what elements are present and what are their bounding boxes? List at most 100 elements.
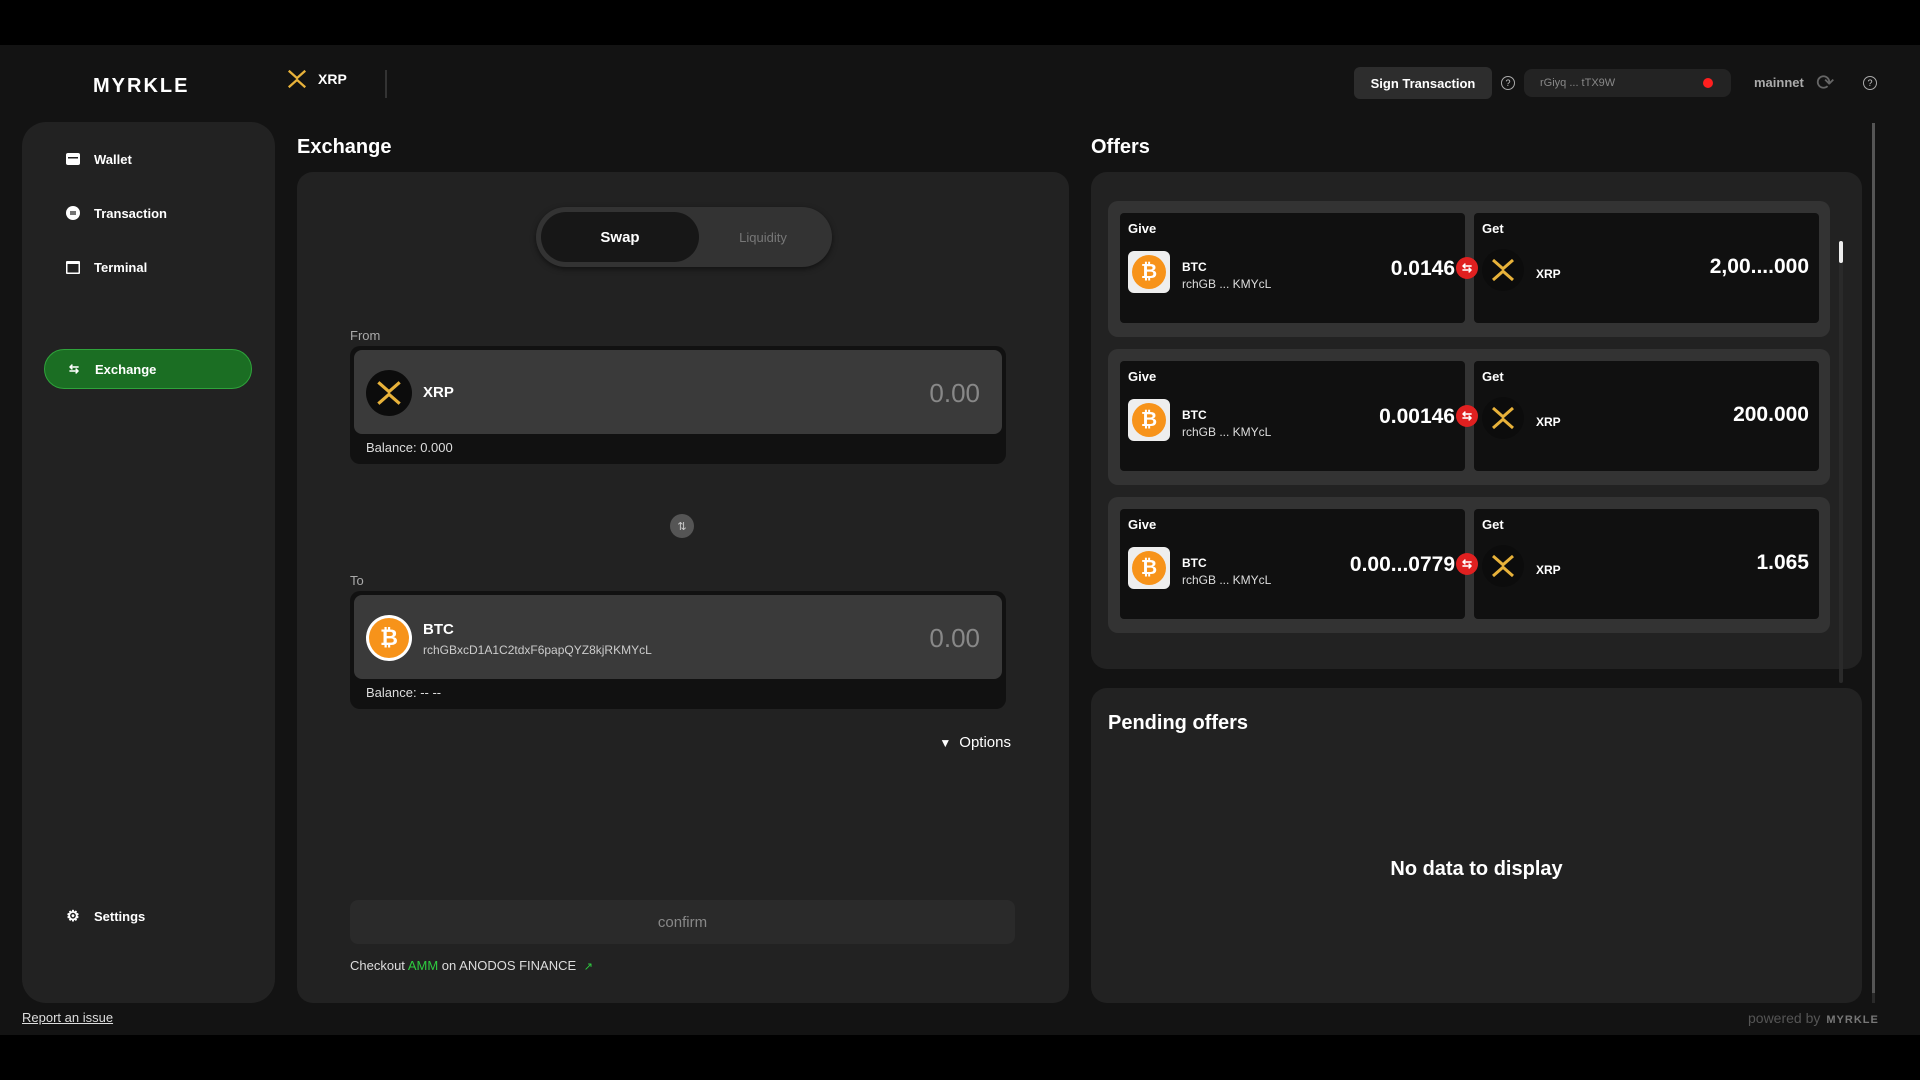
xrp-icon — [366, 370, 412, 416]
to-balance: Balance: -- -- — [366, 685, 442, 700]
offers-scrollbar[interactable] — [1839, 241, 1843, 683]
to-token-box: ₿ BTC rchGBxcD1A1C2tdxF6papQYZ8kjRKMYcL … — [350, 591, 1006, 709]
from-token-name: XRP — [423, 384, 454, 401]
offer-give: Give ₿ BTC rchGB ... KMYcL 0.00...0779 — [1120, 509, 1465, 619]
offer-give: Give ₿ BTC rchGB ... KMYcL 0.00146 — [1120, 361, 1465, 471]
offer-get: Get XRP 2,00....000 — [1474, 213, 1819, 323]
give-label: Give — [1128, 369, 1157, 384]
wallet-address-field[interactable]: rGiyq ... tTX9W — [1524, 69, 1731, 97]
app-logo[interactable]: MYRKLE — [93, 75, 189, 98]
gear-icon: ⚙ — [66, 908, 80, 925]
exchange-title: Exchange — [297, 136, 392, 158]
offer-row[interactable]: Give ₿ BTC rchGB ... KMYcL 0.0146 ⇆ Get … — [1108, 201, 1830, 337]
footer-logo: MYRKLE — [1826, 1014, 1879, 1026]
checkout-suffix: on ANODOS FINANCE — [441, 958, 577, 973]
offer-row[interactable]: Give ₿ BTC rchGB ... KMYcL 0.00146 ⇆ Get… — [1108, 349, 1830, 485]
xrp-icon — [1482, 397, 1524, 439]
to-token-name: BTC — [423, 621, 454, 638]
give-issuer: rchGB ... KMYcL — [1182, 573, 1272, 587]
sidebar-item-settings[interactable]: ⚙ Settings — [44, 896, 252, 936]
xrp-icon — [1482, 545, 1524, 587]
give-token: BTC — [1182, 556, 1207, 570]
offers-scrollbar-thumb[interactable] — [1839, 241, 1843, 263]
confirm-button[interactable]: confirm — [350, 900, 1015, 944]
pending-offers-panel: Pending offers No data to display — [1091, 688, 1862, 1003]
empty-state: No data to display — [1390, 858, 1563, 880]
transaction-icon — [66, 206, 80, 220]
token-selector[interactable]: XRP — [286, 68, 347, 90]
give-amount: 0.00146 — [1379, 405, 1455, 428]
offer-get: Get XRP 1.065 — [1474, 509, 1819, 619]
exchange-badge-icon: ⇆ — [1456, 257, 1478, 279]
sidebar-item-transaction[interactable]: Transaction — [44, 193, 252, 233]
exchange-badge-icon: ⇆ — [1456, 553, 1478, 575]
xrp-icon — [287, 69, 307, 89]
from-amount-input[interactable]: 0.00 — [929, 378, 980, 409]
get-token: XRP — [1536, 563, 1561, 577]
get-amount: 2,00....000 — [1709, 255, 1809, 278]
wallet-address: rGiyq ... tTX9W — [1540, 77, 1616, 89]
from-token-box: XRP 0.00 Balance: 0.000 — [350, 346, 1006, 464]
to-token-input-area[interactable]: ₿ BTC rchGBxcD1A1C2tdxF6papQYZ8kjRKMYcL … — [354, 595, 1002, 679]
get-label: Get — [1482, 369, 1504, 384]
powered-label: powered by — [1748, 1010, 1821, 1026]
give-issuer: rchGB ... KMYcL — [1182, 277, 1272, 291]
sidebar-item-exchange[interactable]: ⇆ Exchange — [44, 349, 252, 389]
sidebar-item-label: Transaction — [94, 205, 167, 221]
offer-row[interactable]: Give ₿ BTC rchGB ... KMYcL 0.00...0779 ⇆… — [1108, 497, 1830, 633]
give-label: Give — [1128, 221, 1157, 236]
get-amount: 200.000 — [1733, 403, 1809, 426]
tab-swap[interactable]: Swap — [541, 212, 699, 262]
exchange-icon: ⇆ — [68, 362, 80, 376]
give-issuer: rchGB ... KMYcL — [1182, 425, 1272, 439]
sidebar-item-wallet[interactable]: Wallet — [44, 139, 252, 179]
from-token-input-area[interactable]: XRP 0.00 — [354, 350, 1002, 434]
from-label: From — [350, 328, 381, 343]
give-token: BTC — [1182, 408, 1207, 422]
options-label: Options — [959, 734, 1011, 751]
network-label: mainnet — [1754, 75, 1804, 90]
terminal-icon — [66, 260, 80, 274]
btc-icon: ₿ — [366, 615, 412, 661]
offer-give: Give ₿ BTC rchGB ... KMYcL 0.0146 — [1120, 213, 1465, 323]
help-icon[interactable]: ? — [1863, 76, 1877, 90]
exchange-tabs: Swap Liquidity — [536, 207, 832, 267]
get-label: Get — [1482, 517, 1504, 532]
give-amount: 0.00...0779 — [1349, 553, 1455, 576]
powered-by: powered by MYRKLE — [1748, 1010, 1879, 1026]
to-amount-input[interactable]: 0.00 — [929, 623, 980, 654]
pending-offers-title: Pending offers — [1108, 712, 1249, 734]
to-token-issuer: rchGBxcD1A1C2tdxF6papQYZ8kjRKMYcL — [423, 643, 652, 657]
app-window: MYRKLE XRP Sign Transaction ? rGiyq ... … — [0, 45, 1920, 1035]
sidebar-item-label: Exchange — [95, 361, 157, 377]
sidebar-item-label: Settings — [94, 908, 146, 924]
refresh-icon[interactable]: ⟳ — [1816, 70, 1834, 96]
external-link-icon[interactable]: ↗ — [584, 961, 593, 973]
checkout-note: Checkout AMM on ANODOS FINANCE ↗ — [350, 958, 593, 973]
get-token: XRP — [1536, 415, 1561, 429]
from-balance: Balance: 0.000 — [366, 440, 453, 455]
get-token: XRP — [1536, 267, 1561, 281]
exchange-badge-icon: ⇆ — [1456, 405, 1478, 427]
options-toggle[interactable]: ▼ Options — [939, 734, 1011, 751]
sign-help-icon[interactable]: ? — [1501, 76, 1515, 90]
sidebar-item-label: Wallet — [94, 151, 132, 167]
get-amount: 1.065 — [1756, 551, 1809, 574]
btc-icon: ₿ — [1128, 547, 1170, 589]
offers-panel: Give ₿ BTC rchGB ... KMYcL 0.0146 ⇆ Get … — [1091, 172, 1862, 669]
give-amount: 0.0146 — [1390, 257, 1455, 280]
report-issue-link[interactable]: Report an issue — [22, 1010, 113, 1025]
amm-link[interactable]: AMM — [408, 958, 438, 973]
page-scrollbar-thumb[interactable] — [1872, 123, 1875, 993]
offers-title: Offers — [1091, 136, 1150, 158]
tab-liquidity[interactable]: Liquidity — [699, 212, 827, 262]
connection-status-dot — [1703, 78, 1713, 88]
sign-transaction-button[interactable]: Sign Transaction — [1354, 67, 1492, 99]
sidebar: Wallet Transaction Terminal ⇆ Exchange ⚙… — [22, 122, 275, 1003]
btc-icon: ₿ — [1128, 399, 1170, 441]
exchange-panel: Swap Liquidity From XRP 0.00 Balance: 0.… — [297, 172, 1069, 1003]
sidebar-item-terminal[interactable]: Terminal — [44, 247, 252, 287]
swap-direction-icon[interactable]: ⇅ — [670, 514, 694, 538]
wallet-icon — [66, 152, 80, 166]
header-divider — [385, 70, 387, 98]
